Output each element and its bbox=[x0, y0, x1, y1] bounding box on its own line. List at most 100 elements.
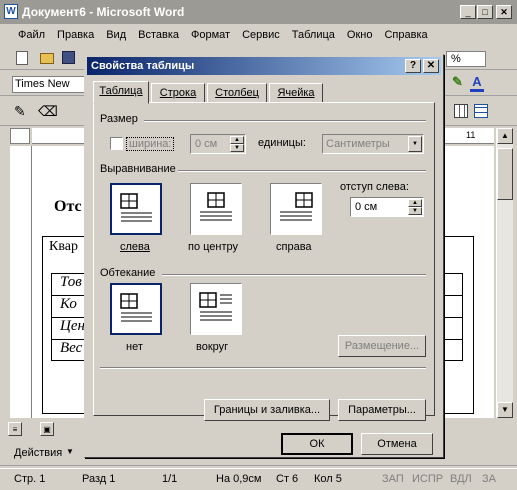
menu-format[interactable]: Формат bbox=[185, 24, 236, 46]
window-title-bar: W Документ6 - Microsoft Word bbox=[0, 0, 517, 24]
size-group-label: Размер bbox=[100, 113, 138, 125]
wrap-around-icon bbox=[199, 292, 232, 321]
menu-bar: Файл Правка Вид Вставка Формат Сервис Таблица О… bbox=[0, 24, 517, 46]
ruler-tick-label: 11 bbox=[466, 130, 476, 140]
menu-edit[interactable]: Правка bbox=[51, 24, 100, 46]
vertical-scrollbar[interactable]: ▲ ▼ bbox=[496, 128, 513, 418]
status-record[interactable]: ЗАП bbox=[382, 473, 404, 485]
size-separator bbox=[144, 120, 426, 122]
width-spinner[interactable]: 0 см ▲ ▼ bbox=[190, 134, 246, 154]
menu-file[interactable]: Файл bbox=[0, 24, 51, 46]
new-doc-icon[interactable] bbox=[16, 51, 28, 65]
eraser-icon[interactable]: ⌫ bbox=[38, 103, 58, 120]
units-dropdown[interactable]: Сантиметры ▼ bbox=[322, 134, 424, 154]
options-button[interactable]: Параметры... bbox=[338, 399, 426, 421]
save-icon[interactable] bbox=[62, 51, 75, 64]
menu-help[interactable]: Справка bbox=[378, 24, 433, 46]
status-bar: Стр. 1 Разд 1 1/1 На 0,9см Ст 6 Кол 5 ЗА… bbox=[0, 468, 517, 490]
tab-column-label: Столбец bbox=[215, 87, 259, 99]
pencil-icon[interactable]: ✎ bbox=[14, 103, 26, 120]
status-track[interactable]: ИСПР bbox=[412, 473, 443, 485]
table-properties-dialog: Свойства таблицы ? ✕ Таблица Строка Стол… bbox=[84, 54, 444, 458]
close-window-button[interactable]: ✕ bbox=[496, 5, 512, 19]
indent-spinner[interactable]: 0 см ▲ ▼ bbox=[350, 197, 424, 217]
align-right-label: справа bbox=[276, 241, 312, 253]
units-value: Сантиметры bbox=[326, 138, 390, 150]
tab-cell-label: Ячейка bbox=[277, 87, 315, 99]
layout-view-icon[interactable]: ▣ bbox=[40, 422, 54, 436]
menu-tools[interactable]: Сервис bbox=[236, 24, 286, 46]
spin-down-icon[interactable]: ▼ bbox=[408, 207, 422, 215]
status-overtype[interactable]: ЗА bbox=[482, 473, 496, 485]
borders-shading-button[interactable]: Границы и заливка... bbox=[204, 399, 330, 421]
open-icon[interactable] bbox=[40, 53, 54, 64]
ok-button[interactable]: ОК bbox=[281, 433, 353, 455]
align-center-label: по центру bbox=[188, 241, 239, 253]
minimize-button[interactable]: _ bbox=[460, 5, 476, 19]
align-left-label: слева bbox=[120, 241, 150, 253]
ruler-corner[interactable] bbox=[10, 128, 30, 144]
cancel-button[interactable]: Отмена bbox=[361, 433, 433, 455]
alignment-group-label: Выравнивание bbox=[100, 163, 176, 175]
status-page: Стр. 1 bbox=[14, 473, 46, 485]
spin-down-icon[interactable]: ▼ bbox=[230, 144, 244, 152]
normal-view-icon[interactable]: ≡ bbox=[8, 422, 22, 436]
wrap-none-icon bbox=[120, 293, 152, 322]
status-pages: 1/1 bbox=[162, 473, 178, 485]
indent-label: отступ слева: bbox=[340, 181, 409, 193]
dialog-help-button[interactable]: ? bbox=[405, 59, 421, 73]
chevron-down-icon[interactable]: ▼ bbox=[408, 136, 422, 152]
width-value: 0 см bbox=[195, 138, 218, 150]
tab-cell[interactable]: Ячейка bbox=[269, 83, 323, 103]
maximize-button[interactable]: □ bbox=[477, 5, 493, 19]
spin-up-icon[interactable]: ▲ bbox=[230, 136, 244, 144]
dialog-title-bar: Свойства таблицы bbox=[87, 57, 441, 75]
bottom-separator bbox=[100, 367, 426, 369]
tab-table[interactable]: Таблица bbox=[93, 81, 149, 104]
word-app-icon: W bbox=[4, 4, 18, 19]
align-center-icon bbox=[200, 192, 232, 221]
highlight-icon[interactable]: ✎ bbox=[452, 74, 466, 90]
menu-insert[interactable]: Вставка bbox=[132, 24, 185, 46]
align-left-icon bbox=[120, 193, 152, 222]
vertical-ruler bbox=[10, 146, 32, 418]
tab-row-label: Строка bbox=[159, 87, 197, 99]
units-label: единицы: bbox=[258, 137, 306, 149]
table-grid-icon[interactable] bbox=[454, 104, 468, 118]
status-column: Кол 5 bbox=[314, 473, 342, 485]
tab-row[interactable]: Строка bbox=[151, 83, 205, 103]
tab-column[interactable]: Столбец bbox=[207, 83, 267, 103]
window-title: Документ6 - Microsoft Word bbox=[22, 5, 185, 19]
table-header-cell: Квар bbox=[49, 239, 78, 254]
wrap-around-label: вокруг bbox=[196, 341, 229, 353]
wrap-none-label: нет bbox=[126, 341, 143, 353]
zoom-value[interactable]: % bbox=[446, 51, 486, 67]
tab-panel: Размер ширина: 0 см ▲ ▼ единицы: Сантиме… bbox=[93, 102, 435, 421]
dialog-close-button[interactable]: ✕ bbox=[423, 59, 439, 73]
indent-value: 0 см bbox=[355, 201, 378, 213]
scroll-up-button[interactable]: ▲ bbox=[497, 128, 513, 144]
actions-menu[interactable]: Действия bbox=[14, 447, 62, 459]
insert-table-icon[interactable] bbox=[474, 104, 488, 118]
align-left-tile[interactable] bbox=[110, 183, 162, 235]
actions-chevron-icon[interactable]: ▼ bbox=[66, 447, 74, 456]
menu-table[interactable]: Таблица bbox=[286, 24, 341, 46]
scroll-thumb[interactable] bbox=[497, 148, 513, 200]
tab-table-label: Таблица bbox=[99, 85, 143, 97]
align-right-tile[interactable] bbox=[270, 183, 322, 235]
alignment-separator bbox=[178, 170, 426, 172]
scroll-down-button[interactable]: ▼ bbox=[497, 402, 513, 418]
spin-up-icon[interactable]: ▲ bbox=[408, 199, 422, 207]
font-name-box[interactable]: Times New Ro bbox=[12, 76, 86, 93]
status-extend[interactable]: ВДЛ bbox=[450, 473, 472, 485]
menu-view[interactable]: Вид bbox=[100, 24, 132, 46]
placement-button[interactable]: Размещение... bbox=[338, 335, 426, 357]
wrap-around-tile[interactable] bbox=[190, 283, 242, 335]
width-label: ширина: bbox=[126, 137, 175, 151]
wrap-none-tile[interactable] bbox=[110, 283, 162, 335]
align-center-tile[interactable] bbox=[190, 183, 242, 235]
font-color-icon[interactable]: A bbox=[470, 74, 484, 92]
width-checkbox[interactable] bbox=[110, 137, 123, 150]
status-position: На 0,9см bbox=[216, 473, 262, 485]
menu-window[interactable]: Окно bbox=[341, 24, 379, 46]
